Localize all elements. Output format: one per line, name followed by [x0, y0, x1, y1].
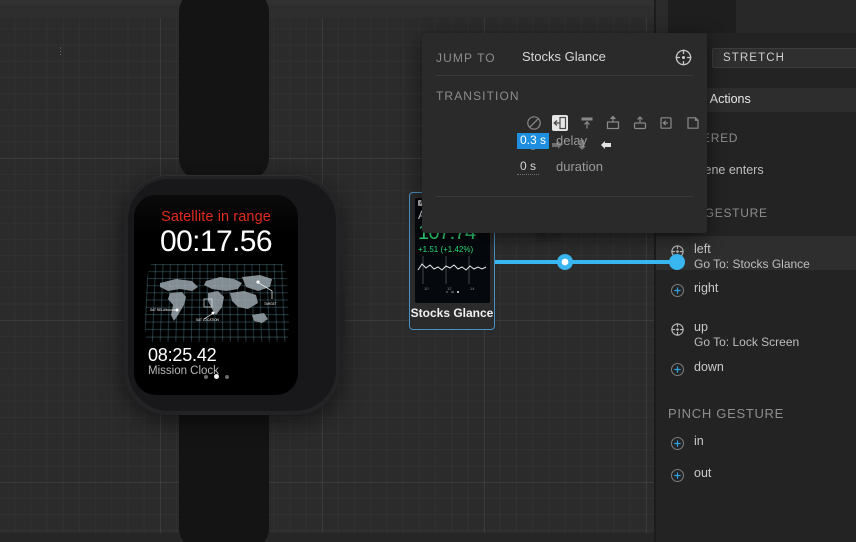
- transition-label: TRANSITION: [436, 89, 520, 103]
- panel-toolbar-right-block: [736, 0, 856, 33]
- gesture-row-up[interactable]: up Go To: Lock Screen: [656, 314, 856, 349]
- mission-clock-time: 08:25.42: [148, 345, 217, 365]
- plus-circle-icon[interactable]: [670, 362, 685, 377]
- plus-circle-icon[interactable]: [670, 436, 685, 451]
- actions-header-label: e Actions: [700, 92, 751, 106]
- delay-input[interactable]: 0.3 s: [517, 133, 550, 149]
- delay-label: delay: [556, 133, 588, 148]
- direction-left-icon[interactable]: [599, 138, 613, 152]
- gesture-row-down[interactable]: down: [656, 354, 856, 388]
- gesture-action-left: Go To: Stocks Glance: [694, 257, 810, 271]
- crosshair-target-icon: [670, 244, 685, 259]
- watch-side-button[interactable]: [338, 290, 345, 338]
- svg-text:TARGET: TARGET: [264, 302, 277, 306]
- crosshair-target-icon[interactable]: [674, 48, 693, 67]
- digital-crown[interactable]: [337, 222, 346, 258]
- satellite-alert-text: Satellite in range: [161, 209, 271, 225]
- svg-text:SAT LOCATION: SAT LOCATION: [196, 318, 220, 322]
- jump-to-label: JUMP TO: [436, 51, 496, 65]
- plus-circle-icon[interactable]: [670, 468, 685, 483]
- thumbnail-page-dots: [415, 280, 490, 298]
- jump-to-value[interactable]: Stocks Glance: [522, 49, 606, 64]
- pinch-row-in[interactable]: in: [656, 428, 856, 462]
- thumb-dot-active: [456, 290, 460, 293]
- gesture-action-up: Go To: Lock Screen: [694, 335, 800, 349]
- gesture-row-right[interactable]: right: [656, 275, 856, 309]
- pinch-label-out: out: [694, 466, 712, 480]
- gesture-label-down: down: [694, 360, 724, 374]
- scene-thumbnail-title: Stocks Glance: [410, 306, 494, 320]
- transition-page-curl-icon[interactable]: [685, 115, 701, 131]
- transition-none-icon[interactable]: [526, 115, 542, 131]
- panel-toolbar-left-gap: [656, 0, 668, 33]
- stock-change: +1.51 (+1.42%): [418, 245, 474, 254]
- duration-label: duration: [556, 159, 603, 174]
- watch-band-top: [179, 0, 269, 180]
- transition-reveal-icon[interactable]: [605, 115, 621, 131]
- plus-circle-icon[interactable]: [670, 283, 685, 298]
- svg-text:SAT RELAY: SAT RELAY: [150, 308, 168, 312]
- stretch-select[interactable]: STRETCH: [712, 48, 856, 68]
- drag-handle-dots[interactable]: ⋮: [56, 46, 66, 57]
- watch-screen[interactable]: Satellite in range 00:17.56 TARGET SAT R…: [134, 195, 298, 395]
- crosshair-target-icon: [670, 322, 685, 337]
- world-map: TARGET SAT RELAY SAT LOCATION: [144, 263, 290, 342]
- transition-push-icon[interactable]: [552, 115, 569, 131]
- gesture-label-left: left: [694, 242, 711, 256]
- pinch-label-in: in: [694, 434, 704, 448]
- transition-flip-icon[interactable]: [658, 115, 674, 131]
- transition-cover-icon[interactable]: [579, 115, 595, 131]
- thumb-dot: [451, 290, 454, 293]
- gesture-row-left[interactable]: left Go To: Stocks Glance: [656, 236, 856, 271]
- action-settings-popover[interactable]: JUMP TO Stocks Glance TRANSITION 0.3 s d…: [422, 33, 707, 233]
- popover-divider-2: [436, 196, 693, 197]
- page-dot: [224, 374, 229, 379]
- gesture-label-right: right: [694, 281, 719, 295]
- page-dot: [203, 374, 208, 379]
- page-indicator-dots: [134, 368, 298, 386]
- gesture-label-up: up: [694, 320, 708, 334]
- map-continents-svg: TARGET SAT RELAY SAT LOCATION: [150, 275, 277, 323]
- section-pinch-gesture-label: PINCH GESTURE: [668, 406, 785, 421]
- thumb-dot: [445, 290, 449, 293]
- page-dot-active: [213, 374, 219, 380]
- duration-input[interactable]: 0 s: [517, 159, 540, 175]
- countdown-timer: 00:17.56: [160, 225, 273, 258]
- transition-options[interactable]: [526, 115, 707, 133]
- pinch-row-out[interactable]: out: [656, 460, 856, 494]
- popover-divider-1: [436, 75, 693, 76]
- transition-uncover-icon[interactable]: [632, 115, 648, 131]
